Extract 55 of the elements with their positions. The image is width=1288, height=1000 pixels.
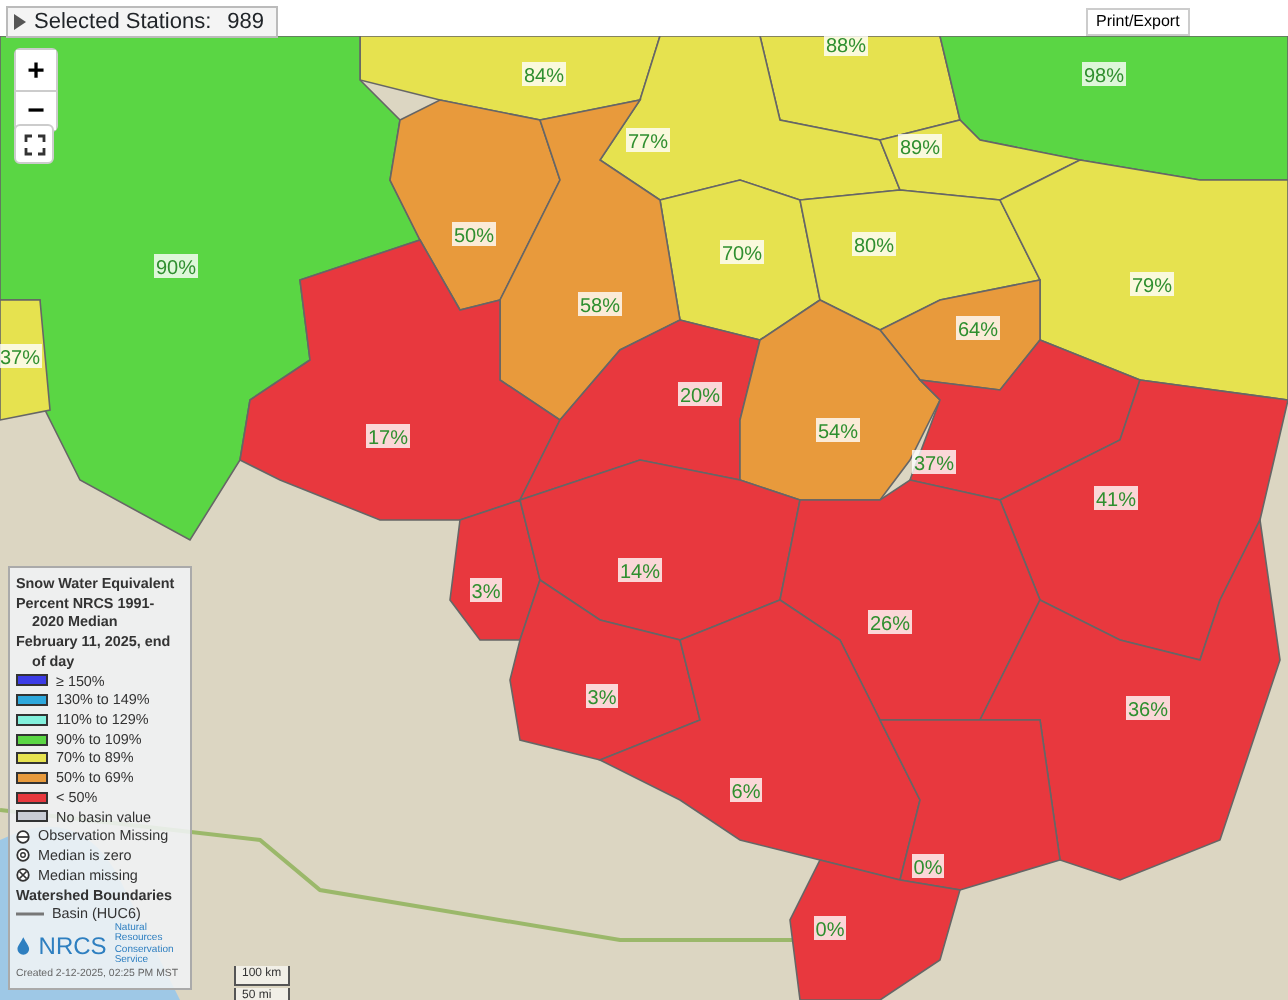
basin-percent-label: 89% — [898, 134, 942, 160]
basin-percent-label: 98% — [1082, 62, 1126, 88]
basin-percent-label: 26% — [868, 610, 912, 636]
basin-area[interactable] — [389, 99, 561, 311]
basin-percent-label: 80% — [852, 232, 896, 258]
basin-percent-label: 88% — [824, 36, 868, 58]
basin-percent-label: 0% — [814, 916, 846, 942]
basin-percent-label: 20% — [678, 382, 722, 408]
basin-percent-label: 90% — [154, 254, 198, 280]
basin-area[interactable] — [509, 578, 701, 761]
basin-area[interactable] — [499, 98, 681, 422]
basin-percent-label: 64% — [956, 316, 1000, 342]
basin-area[interactable] — [0, 36, 422, 542]
basin-percent-label: 6% — [730, 778, 762, 804]
basin-area[interactable] — [449, 498, 541, 641]
stations-label: Selected Stations: — [34, 7, 212, 38]
basin-area[interactable] — [939, 36, 1288, 181]
print-export-button[interactable]: Print/Export — [1086, 8, 1190, 36]
logo-text: NRCS — [38, 929, 107, 963]
selected-stations-panel[interactable]: Selected Stations: 989 — [6, 6, 279, 38]
basin-percent-label: 3% — [586, 684, 618, 710]
basin-percent-label: 37% — [0, 344, 42, 370]
basin-area[interactable] — [999, 379, 1288, 661]
basin-area[interactable] — [779, 479, 1041, 721]
basin-area[interactable] — [518, 319, 761, 502]
basin-percent-label: 41% — [1094, 486, 1138, 512]
basin-percent-label: 77% — [626, 128, 670, 154]
circle-cross-icon — [16, 868, 30, 883]
fullscreen-button[interactable] — [14, 124, 54, 164]
basin-percent-label: 37% — [912, 450, 956, 476]
basin-percent-label: 0% — [912, 854, 944, 880]
basin-percent-label: 36% — [1126, 696, 1170, 722]
basin-percent-label: 54% — [816, 418, 860, 444]
basin-percent-label: 17% — [366, 424, 410, 450]
basin-percent-label: 58% — [578, 292, 622, 318]
basin-percent-label: 84% — [522, 62, 566, 88]
stations-count: 989 — [227, 7, 265, 38]
water-drop-icon — [16, 933, 31, 958]
basin-area[interactable] — [978, 517, 1281, 881]
basin-percent-label: 3% — [470, 578, 502, 604]
basin-area[interactable] — [659, 179, 821, 341]
basin-percent-label: 50% — [452, 222, 496, 248]
line-symbol-icon — [16, 910, 44, 919]
basin-area[interactable] — [359, 36, 662, 121]
circle-dash-icon — [16, 829, 30, 844]
basin-percent-label: 79% — [1130, 272, 1174, 298]
fullscreen-icon — [23, 133, 45, 155]
basin-percent-label: 14% — [618, 558, 662, 584]
basin-area[interactable] — [789, 859, 961, 1000]
basin-area[interactable] — [878, 719, 1061, 891]
expand-triangle-icon — [14, 14, 26, 30]
basin-percent-label: 70% — [720, 240, 764, 266]
circle-zero-icon — [16, 848, 30, 863]
basin-area[interactable] — [998, 159, 1288, 401]
basin-area[interactable] — [239, 239, 562, 521]
